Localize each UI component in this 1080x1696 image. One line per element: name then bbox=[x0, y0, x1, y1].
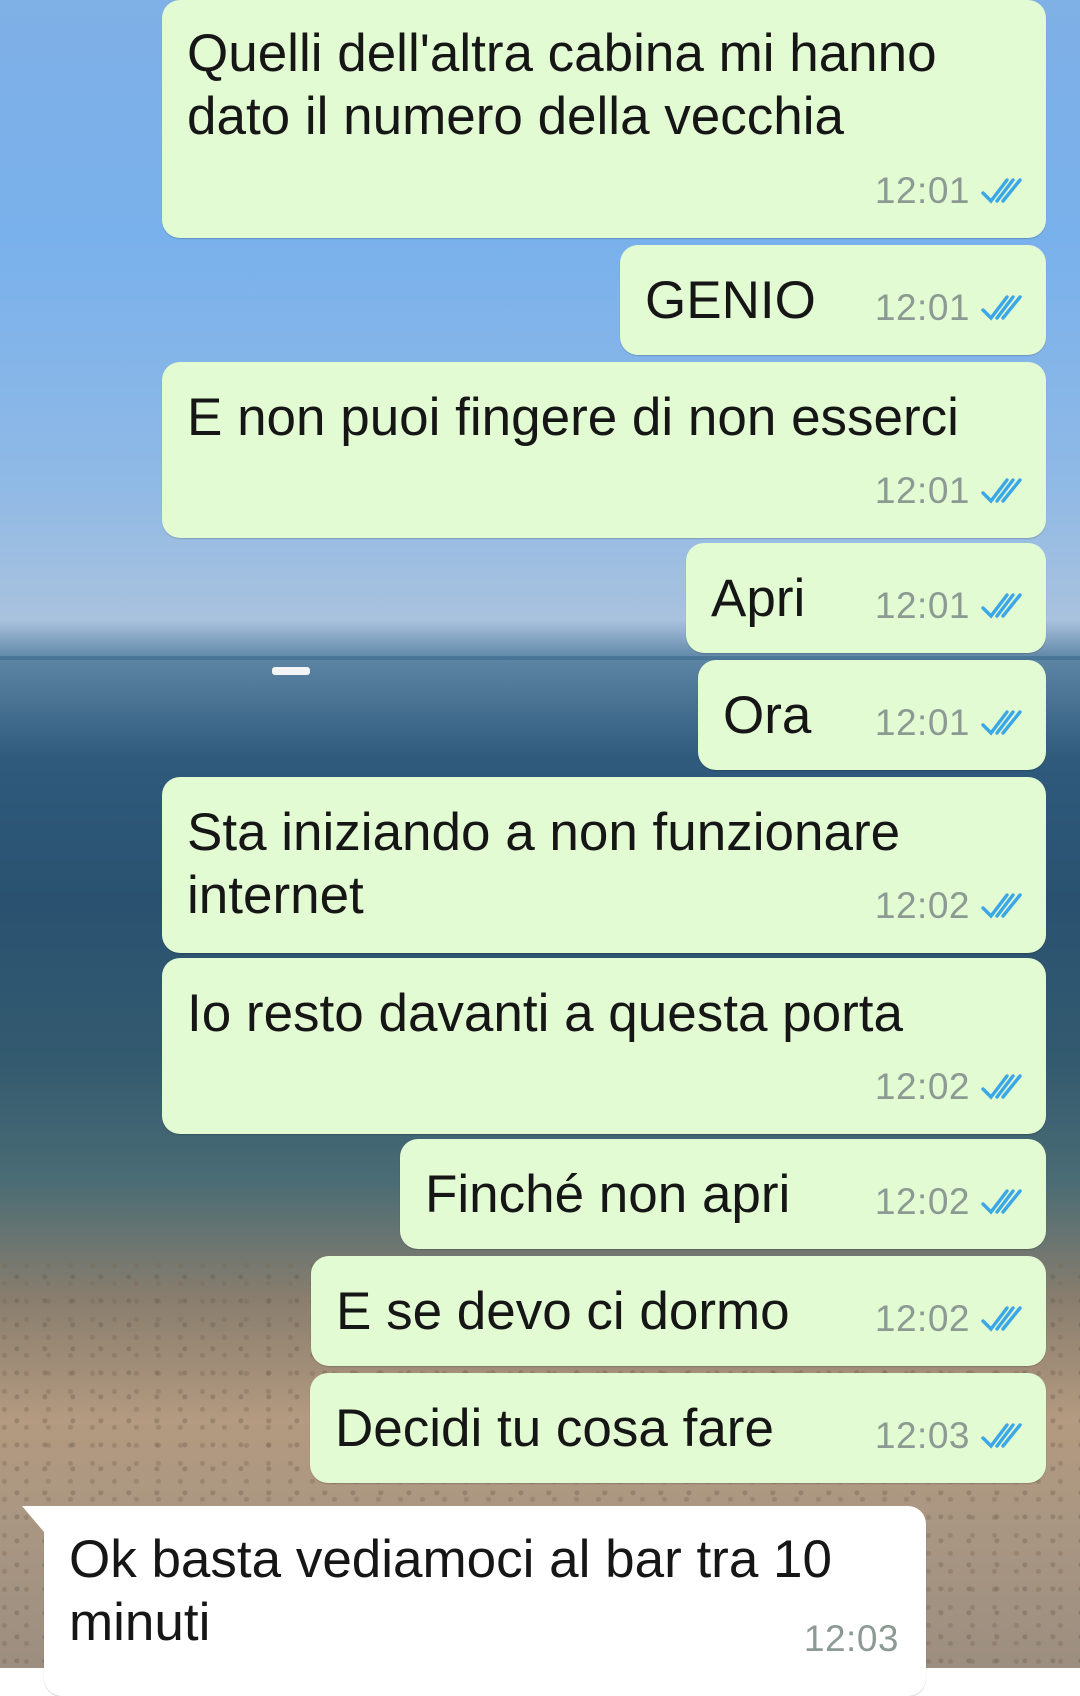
read-double-tick-icon bbox=[981, 1422, 1022, 1449]
message-time: 12:01 bbox=[874, 170, 970, 211]
message-meta: 12:02 bbox=[875, 1170, 1024, 1233]
outgoing-message[interactable]: Finché non apri 12:02 bbox=[400, 1139, 1046, 1249]
read-double-tick-icon bbox=[981, 177, 1022, 204]
message-time: 12:02 bbox=[874, 885, 970, 926]
outgoing-message[interactable]: GENIO 12:01 bbox=[620, 245, 1046, 355]
message-time: 12:02 bbox=[874, 1066, 970, 1107]
message-meta: 12:02 bbox=[875, 1055, 1024, 1118]
read-double-tick-icon bbox=[981, 709, 1022, 736]
read-double-tick-icon bbox=[981, 1305, 1022, 1332]
outgoing-message[interactable]: Ora 12:01 bbox=[698, 660, 1046, 770]
read-double-tick-icon bbox=[981, 592, 1022, 619]
message-time: 12:02 bbox=[874, 1181, 970, 1222]
message-text: Sta iniziando a non funzionare internet bbox=[187, 803, 901, 925]
message-text: E non puoi fingere di non esserci bbox=[187, 388, 959, 447]
read-double-tick-icon bbox=[981, 1188, 1022, 1215]
message-text: Decidi tu cosa fare bbox=[335, 1399, 774, 1458]
message-meta: 12:03 bbox=[804, 1607, 899, 1670]
message-time: 12:01 bbox=[874, 287, 970, 328]
message-time: 12:01 bbox=[874, 585, 970, 626]
message-meta: 12:01 bbox=[875, 159, 1024, 222]
message-text: Finché non apri bbox=[425, 1165, 791, 1224]
message-meta: 12:02 bbox=[875, 874, 1024, 937]
message-text: GENIO bbox=[645, 271, 816, 330]
read-double-tick-icon bbox=[981, 477, 1022, 504]
message-time: 12:02 bbox=[874, 1298, 970, 1339]
message-text: Ora bbox=[723, 686, 812, 745]
message-meta: 12:01 bbox=[875, 276, 1024, 339]
message-meta: 12:01 bbox=[875, 459, 1024, 522]
message-text: Quelli dell'altra cabina mi hanno dato i… bbox=[187, 24, 937, 146]
message-list[interactable]: Quelli dell'altra cabina mi hanno dato i… bbox=[0, 0, 1080, 1696]
outgoing-message[interactable]: Decidi tu cosa fare 12:03 bbox=[310, 1373, 1046, 1483]
message-meta: 12:01 bbox=[875, 691, 1024, 754]
read-double-tick-icon bbox=[981, 294, 1022, 321]
message-time: 12:03 bbox=[803, 1618, 899, 1659]
outgoing-message[interactable]: Sta iniziando a non funzionare internet … bbox=[162, 777, 1046, 953]
message-time: 12:01 bbox=[874, 470, 970, 511]
read-double-tick-icon bbox=[981, 1073, 1022, 1100]
message-meta: 12:01 bbox=[875, 574, 1024, 637]
outgoing-message[interactable]: Apri 12:01 bbox=[686, 543, 1046, 653]
message-text: E se devo ci dormo bbox=[336, 1282, 790, 1341]
message-text: Apri bbox=[711, 569, 806, 628]
message-meta: 12:02 bbox=[875, 1287, 1024, 1350]
message-time: 12:01 bbox=[874, 702, 970, 743]
outgoing-message[interactable]: Io resto davanti a questa porta 12:02 bbox=[162, 958, 1046, 1134]
message-text: Ok basta vediamoci al bar tra 10 minuti bbox=[69, 1530, 832, 1652]
message-meta: 12:03 bbox=[875, 1404, 1024, 1467]
message-text: Io resto davanti a questa porta bbox=[187, 984, 903, 1043]
outgoing-message[interactable]: Quelli dell'altra cabina mi hanno dato i… bbox=[162, 0, 1046, 238]
outgoing-message[interactable]: E non puoi fingere di non esserci 12:01 bbox=[162, 362, 1046, 538]
read-double-tick-icon bbox=[981, 892, 1022, 919]
message-time: 12:03 bbox=[874, 1415, 970, 1456]
outgoing-message[interactable]: E se devo ci dormo 12:02 bbox=[311, 1256, 1046, 1366]
